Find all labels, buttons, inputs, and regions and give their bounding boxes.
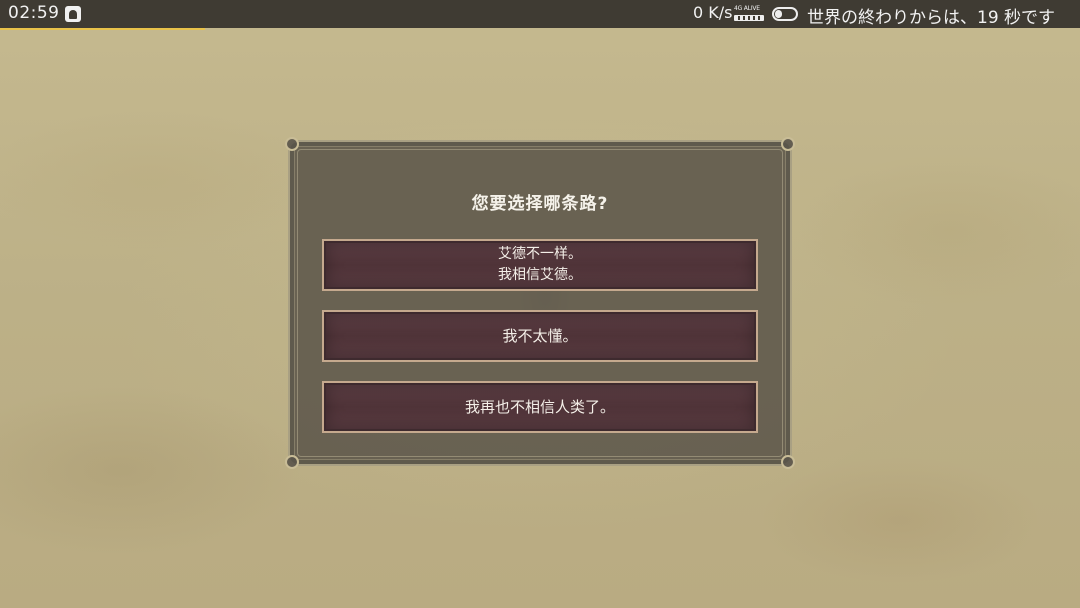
corner-ornament-icon [781, 137, 795, 151]
toggle-icon [772, 7, 798, 21]
choice-button-3[interactable]: 我再也不相信人类了。 [322, 381, 758, 433]
dialog-question: 您要选择哪条路? [471, 194, 609, 214]
network-speed: 0 K/s [693, 3, 733, 22]
status-message: 世界の終わりからは、19 秒です [807, 8, 1056, 28]
choice-dialog: 您要选择哪条路? 艾德不一样。 我相信艾德。 我不太懂。 我再也不相信人类了。 [285, 137, 795, 469]
choice-label: 艾德不一样。 [498, 246, 582, 262]
corner-ornament-icon [781, 455, 795, 469]
signal-icon: 4G ALIVE [734, 5, 764, 22]
choice-button-2[interactable]: 我不太懂。 [322, 310, 758, 362]
status-bar: 02:59 0 K/s 4G ALIVE 世界の終わりからは、19 秒です [0, 0, 1080, 28]
corner-ornament-icon [285, 455, 299, 469]
signal-bars-icon [734, 15, 764, 21]
choice-button-1[interactable]: 艾德不一样。 我相信艾德。 [322, 239, 758, 291]
network-label: 4G ALIVE [734, 5, 760, 12]
countdown-progress-bar [0, 28, 205, 30]
corner-ornament-icon [285, 137, 299, 151]
choice-label: 我再也不相信人类了。 [464, 397, 615, 416]
choice-label: 我不太懂。 [502, 326, 578, 345]
choice-label: 我相信艾德。 [498, 267, 582, 283]
notification-icon [65, 6, 81, 22]
status-time: 02:59 [8, 3, 60, 23]
